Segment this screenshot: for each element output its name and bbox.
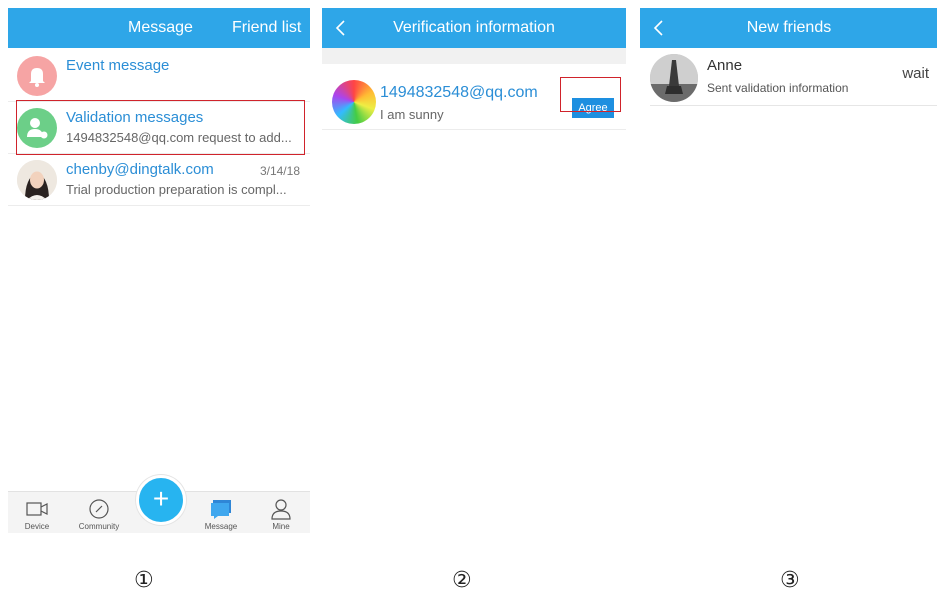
nav-label: Message: [204, 522, 238, 531]
nav-label: Community: [78, 522, 120, 531]
step-number-2: ②: [452, 568, 472, 593]
page-title: Verification information: [393, 19, 555, 36]
row-name: chenby@dingtalk.com: [66, 161, 214, 178]
status-badge: wait: [902, 65, 929, 82]
video-camera-icon: [24, 498, 50, 520]
friend-name: Anne: [707, 57, 743, 74]
avatar: [650, 54, 698, 102]
tab-friend-list[interactable]: Friend list: [232, 8, 301, 48]
verification-screen: Verification information 1494832548@qq.c…: [322, 8, 626, 533]
list-item-chat[interactable]: chenby@dingtalk.com 3/14/18 Trial produc…: [8, 154, 310, 206]
nav-mine[interactable]: Mine: [256, 498, 306, 531]
divider: [322, 48, 626, 64]
compass-icon: [86, 498, 112, 520]
avatar: [17, 160, 57, 200]
add-button[interactable]: +: [136, 475, 186, 525]
highlight-box: [560, 77, 621, 112]
list-item-friend[interactable]: Anne Sent validation information wait: [650, 48, 937, 106]
nav-label: Device: [24, 522, 50, 531]
requester-name: 1494832548@qq.com: [380, 84, 538, 101]
nav-device[interactable]: Device: [12, 498, 62, 531]
chat-bubble-icon: [208, 498, 234, 520]
row-preview: Trial production preparation is compl...: [66, 182, 287, 197]
row-date: 3/14/18: [259, 164, 300, 178]
highlight-box: [16, 100, 305, 155]
step-number-3: ③: [780, 568, 800, 593]
request-message: I am sunny: [380, 107, 444, 122]
message-screen: Message Friend list Event message Valida…: [8, 8, 310, 533]
list-item-event-message[interactable]: Event message: [8, 50, 310, 102]
person-icon: [268, 498, 294, 520]
header-bar: New friends: [640, 8, 937, 48]
nav-message[interactable]: Message: [196, 498, 246, 531]
row-name: Event message: [66, 57, 170, 74]
avatar: [332, 80, 376, 124]
tab-message[interactable]: Message: [128, 8, 193, 48]
friend-status-message: Sent validation information: [707, 81, 849, 95]
nav-label: Mine: [272, 522, 290, 531]
header-bar: Message Friend list: [8, 8, 310, 48]
step-number-1: ①: [134, 568, 154, 593]
header-bar: Verification information: [322, 8, 626, 48]
page-title: New friends: [746, 19, 832, 36]
nav-community[interactable]: Community: [74, 498, 124, 531]
event-bell-icon: [17, 56, 57, 96]
new-friends-screen: New friends Anne Sent validation informa…: [640, 8, 937, 533]
